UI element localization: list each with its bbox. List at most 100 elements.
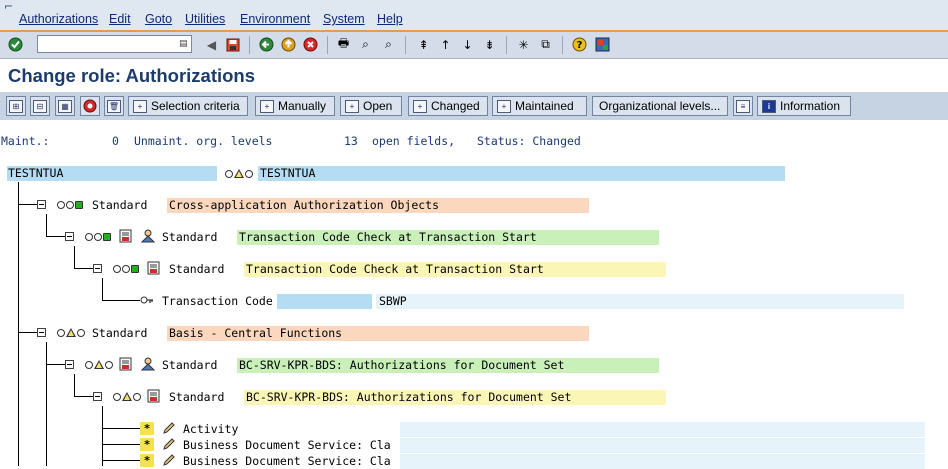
- status-text: Status: Changed: [477, 134, 581, 148]
- status-lights-icon: [85, 360, 113, 369]
- tree-line: [102, 406, 103, 466]
- add-icon: +: [260, 99, 274, 113]
- collapse-toggle[interactable]: [65, 232, 74, 241]
- node-type: Standard: [92, 198, 148, 212]
- last-page-icon[interactable]: ⇟: [481, 36, 498, 53]
- org-levels-label: Organizational levels...: [599, 99, 721, 113]
- dropdown-icon[interactable]: ▤: [179, 38, 189, 50]
- collapse-toggle[interactable]: [93, 392, 102, 401]
- manually-button[interactable]: + Manually: [255, 96, 335, 116]
- menu-help[interactable]: Help: [377, 12, 403, 26]
- menu-system[interactable]: System: [323, 12, 365, 26]
- menu-utilities[interactable]: Utilities: [185, 12, 225, 26]
- field-value-bar[interactable]: [400, 422, 925, 437]
- open-button[interactable]: + Open: [340, 96, 402, 116]
- expand-all-button[interactable]: ⊞: [6, 96, 26, 116]
- root-text-bar: [258, 166, 785, 181]
- selection-criteria-button[interactable]: + Selection criteria: [128, 96, 248, 116]
- open-label: Open: [363, 99, 393, 113]
- pencil-icon[interactable]: [162, 453, 176, 467]
- tree-line: [74, 396, 93, 397]
- save-icon[interactable]: [224, 36, 241, 53]
- node-text[interactable]: Transaction Code Check at Transaction St…: [239, 230, 537, 244]
- standard-toolbar: ▤ ◀ 🖶 ⌕ ⌕ ⇞ ↑ ↓ ⇟ ✳ ⧉ ?: [0, 32, 948, 59]
- print-icon[interactable]: 🖶: [335, 36, 352, 53]
- tree-line: [74, 246, 75, 268]
- menu-goto[interactable]: Goto: [145, 12, 172, 26]
- title-bar: Change role: Authorizations: [0, 60, 948, 93]
- shortcut-icon[interactable]: ⧉: [537, 36, 554, 53]
- open-field-marker: *: [140, 422, 154, 435]
- trash-icon: 🗑: [107, 99, 121, 113]
- node-text[interactable]: Basis - Central Functions: [169, 326, 342, 340]
- collapse-all-button[interactable]: ⊟: [30, 96, 50, 116]
- root-name[interactable]: TESTNTUA: [8, 166, 63, 180]
- node-text[interactable]: Transaction Code Check at Transaction St…: [246, 262, 544, 276]
- node-text[interactable]: BC-SRV-KPR-BDS: Authorizations for Docum…: [239, 358, 564, 372]
- node-text[interactable]: BC-SRV-KPR-BDS: Authorizations for Docum…: [246, 390, 571, 404]
- manually-label: Manually: [278, 99, 327, 113]
- window-menu-icon[interactable]: ⌐: [4, 0, 13, 13]
- enter-icon[interactable]: [7, 36, 24, 53]
- find-icon[interactable]: ⌕: [357, 36, 374, 53]
- tree-line: [18, 332, 37, 333]
- pencil-icon[interactable]: [162, 437, 176, 451]
- menu-bar: ⌐ Authorizations Edit Goto Utilities Env…: [0, 0, 948, 32]
- tree-line: [46, 236, 65, 237]
- collapse-toggle[interactable]: [37, 200, 46, 209]
- menu-edit[interactable]: Edit: [109, 12, 131, 26]
- back-icon[interactable]: [258, 36, 275, 53]
- command-input[interactable]: [41, 37, 177, 51]
- node-type: Standard: [169, 262, 225, 276]
- field-value-bar[interactable]: [400, 454, 925, 469]
- layout-menu-icon[interactable]: [594, 36, 611, 53]
- tree-line: [102, 460, 140, 461]
- help-icon[interactable]: ?: [571, 36, 588, 53]
- check-button[interactable]: [80, 96, 100, 116]
- status-lights-icon: [113, 392, 141, 401]
- delete-button[interactable]: 🗑: [104, 96, 124, 116]
- next-page-icon[interactable]: ↓: [459, 36, 476, 53]
- field-value[interactable]: SBWP: [379, 294, 407, 308]
- find-next-icon[interactable]: ⌕: [380, 36, 397, 53]
- left-arrow-icon[interactable]: ◀: [203, 36, 220, 53]
- selection-criteria-label: Selection criteria: [151, 99, 240, 113]
- toolbar-separator: [327, 36, 328, 54]
- traffic-light-icon: [83, 99, 97, 113]
- cancel-icon[interactable]: [302, 36, 319, 53]
- status-lights-icon: [113, 265, 139, 273]
- changed-button[interactable]: + Changed: [408, 96, 488, 116]
- collapse-toggle[interactable]: [65, 360, 74, 369]
- exit-icon[interactable]: [280, 36, 297, 53]
- expand-icon: +: [345, 99, 359, 113]
- maintained-label: Maintained: [515, 99, 574, 113]
- user-icon: [141, 229, 155, 243]
- command-field[interactable]: ▤: [37, 35, 192, 53]
- generate-button[interactable]: ▦: [55, 96, 75, 116]
- tree-line: [74, 268, 93, 269]
- menu-environment[interactable]: Environment: [240, 12, 310, 26]
- tree-line: [102, 278, 103, 300]
- toolbar-separator: [506, 36, 507, 54]
- information-button[interactable]: i Information: [757, 96, 851, 116]
- pencil-icon[interactable]: [162, 421, 176, 435]
- list-icon: ≡: [736, 99, 750, 113]
- open-field-marker: *: [140, 438, 154, 451]
- create-session-icon[interactable]: ✳: [515, 36, 532, 53]
- node-text[interactable]: Cross-application Authorization Objects: [169, 198, 439, 212]
- open-fields-label: open fields,: [372, 134, 456, 148]
- field-name: Activity: [183, 422, 239, 436]
- list-button[interactable]: ≡: [733, 96, 753, 116]
- field-value-bar[interactable]: [400, 438, 925, 453]
- collapse-toggle[interactable]: [93, 264, 102, 273]
- menu-authorizations[interactable]: Authorizations: [19, 12, 98, 26]
- svg-text:?: ?: [577, 40, 583, 51]
- previous-page-icon[interactable]: ↑: [437, 36, 454, 53]
- toolbar-separator: [249, 36, 250, 54]
- generated-profile-icon: [119, 229, 132, 243]
- first-page-icon[interactable]: ⇞: [415, 36, 432, 53]
- information-label: Information: [780, 99, 841, 113]
- maintained-button[interactable]: + Maintained: [492, 96, 587, 116]
- collapse-toggle[interactable]: [37, 328, 46, 337]
- org-levels-button[interactable]: Organizational levels...: [592, 96, 728, 116]
